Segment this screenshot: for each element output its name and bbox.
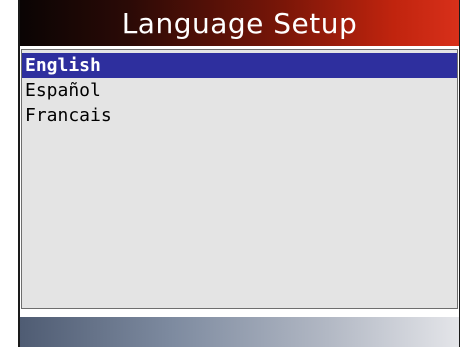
- device-screen: Language Setup English Español Francais: [18, 0, 460, 347]
- language-option-english[interactable]: English: [22, 53, 457, 78]
- language-option-francais[interactable]: Francais: [22, 103, 457, 128]
- language-list: English Español Francais: [22, 50, 457, 128]
- screen-title: Language Setup: [121, 6, 358, 40]
- title-bar: Language Setup: [20, 0, 459, 46]
- language-option-espanol[interactable]: Español: [22, 78, 457, 103]
- status-bar: [20, 317, 459, 347]
- language-menu-panel: English Español Francais: [21, 49, 458, 309]
